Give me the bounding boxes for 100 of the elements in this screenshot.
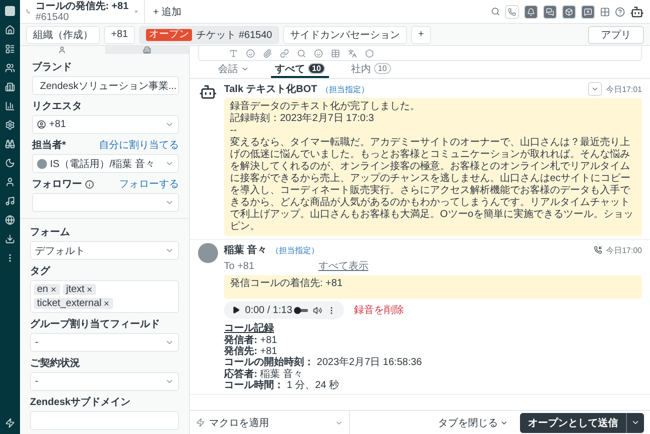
message-time: 今日17:00 — [606, 244, 642, 256]
remove-icon[interactable] — [103, 300, 110, 307]
paperclip-icon — [263, 48, 272, 58]
translate-icon — [348, 48, 357, 58]
add-breadcrumb-button[interactable]: + — [411, 26, 431, 44]
add-tab-button[interactable]: + 追加 — [151, 2, 184, 20]
text-format-icon — [229, 48, 238, 58]
settings-icon[interactable] — [5, 120, 15, 130]
table-icon — [331, 48, 340, 58]
audio-player[interactable]: 0:00 / 1:13 — [224, 301, 344, 319]
select-field[interactable]: - — [30, 372, 179, 391]
chevron-icon — [165, 246, 174, 255]
chevron-icon — [165, 159, 174, 168]
assignee-tag: （担当指定） — [270, 244, 319, 256]
filter-tab[interactable]: すべて 10 — [271, 61, 329, 78]
chevron-icon — [165, 120, 174, 129]
breadcrumb-tab[interactable]: オープン チケット #61540 — [138, 26, 280, 44]
breadcrumb-tab[interactable]: +81 — [104, 26, 135, 44]
chevron-icon — [631, 418, 640, 427]
close-tab-select[interactable]: タブを閉じる — [432, 414, 514, 430]
person-icon[interactable] — [5, 177, 15, 187]
smiley-icon — [314, 48, 323, 58]
binoculars-icon[interactable] — [5, 139, 15, 149]
status-badge: オープン — [146, 28, 192, 40]
select-field[interactable]: +81 — [32, 115, 179, 134]
delete-recording-link[interactable]: 録音を削除 — [354, 303, 404, 317]
users-icon[interactable] — [5, 63, 15, 73]
author-name: 稲葉 音々 — [224, 243, 267, 257]
search-icon — [491, 7, 500, 16]
tag: jtext — [63, 284, 96, 295]
message-icon — [584, 8, 592, 16]
hexagon-icon — [365, 48, 374, 58]
progress-thumb[interactable] — [294, 306, 302, 314]
views-icon[interactable] — [5, 44, 15, 54]
select-field[interactable]: Zendeskソリューション事業... — [32, 76, 179, 95]
apps-button[interactable]: アプリ — [588, 26, 644, 44]
avatar — [37, 158, 47, 168]
message-text: 記録時刻：2023年2月7日 17:0:3 — [230, 113, 375, 125]
breadcrumb-tab[interactable]: 組織（作成） — [26, 26, 100, 44]
search-icon — [297, 48, 306, 58]
home-icon[interactable] — [5, 25, 15, 35]
link-icon — [280, 48, 289, 58]
audio-time: 0:00 / 1:13 — [245, 304, 292, 316]
field-label: グループ割り当てフィールド — [30, 317, 160, 331]
apps-grid-icon — [600, 6, 610, 16]
globe-icon[interactable] — [5, 215, 15, 225]
submit-options-button[interactable] — [626, 412, 644, 432]
record-line: コールの開始時刻： 2023年2月7日 16:58:36 — [224, 357, 423, 368]
avatar — [198, 243, 218, 263]
phone-icon — [508, 8, 516, 16]
author-name: Talk テキスト化BOT — [224, 82, 318, 96]
chevron-icon — [165, 338, 174, 347]
field-link[interactable]: フォローする — [119, 177, 179, 191]
message-time: 今日17:01 — [606, 84, 642, 94]
tag: ticket_external — [34, 298, 114, 309]
field-label: ご契約状況 — [30, 356, 80, 370]
phone-icon — [26, 7, 30, 16]
field-link[interactable]: 自分に割り当てる — [99, 138, 179, 152]
message-text: 録音データのテキスト化が完了しました。 — [230, 101, 421, 112]
field-label: Zendeskサブドメイン — [30, 396, 131, 409]
submit-button[interactable]: オープンとして送信 — [520, 412, 626, 432]
message-text: -- — [230, 125, 238, 136]
remove-icon[interactable] — [50, 286, 58, 293]
emoji-icon — [246, 48, 255, 58]
filter-tab[interactable]: 会話 — [214, 61, 253, 78]
breadcrumb-tab[interactable]: サイドカンバセーション — [283, 26, 408, 44]
macro-select[interactable]: マクロを適用 — [190, 411, 350, 434]
moon-icon[interactable] — [5, 158, 15, 168]
record-line: 発信先: +81 — [224, 346, 278, 358]
field-label: タグ — [30, 265, 50, 278]
phone-icon — [594, 246, 602, 254]
download-icon[interactable] — [5, 234, 15, 244]
building-icon — [142, 46, 151, 54]
select-field[interactable] — [32, 193, 179, 212]
remove-icon[interactable] — [86, 286, 94, 293]
panel-tab[interactable] — [104, 46, 189, 54]
select-field[interactable]: デフォルト — [30, 241, 179, 260]
tags-field[interactable]: en jtext ticket_external — [30, 280, 179, 313]
select-field[interactable]: IS（電話用）/稲葉 音々 — [32, 154, 179, 173]
record-line: 応答者: 稲葉 音々 — [224, 368, 304, 380]
progress-track[interactable] — [297, 308, 308, 312]
person-icon — [58, 46, 66, 54]
assignee-tag: （担当指定） — [321, 84, 370, 94]
select-field[interactable]: - — [30, 333, 179, 352]
building-icon[interactable] — [5, 82, 15, 92]
text-field[interactable] — [30, 411, 179, 430]
record-title: コール記録 — [224, 322, 275, 334]
box-icon — [565, 8, 573, 16]
chevron-icon — [165, 377, 174, 386]
chart-icon[interactable] — [5, 101, 15, 111]
user-icon — [37, 120, 46, 129]
show-all-link[interactable]: すべて表示 — [318, 259, 368, 273]
lightning-icon — [196, 418, 205, 427]
music-icon[interactable] — [5, 196, 15, 206]
bell-icon — [527, 8, 535, 16]
filter-tab[interactable]: 社内 10 — [346, 61, 395, 78]
chat-icon — [546, 8, 554, 16]
chevron-icon — [165, 198, 174, 207]
field-label: フォロワー — [32, 178, 82, 191]
tag: en — [34, 284, 60, 295]
